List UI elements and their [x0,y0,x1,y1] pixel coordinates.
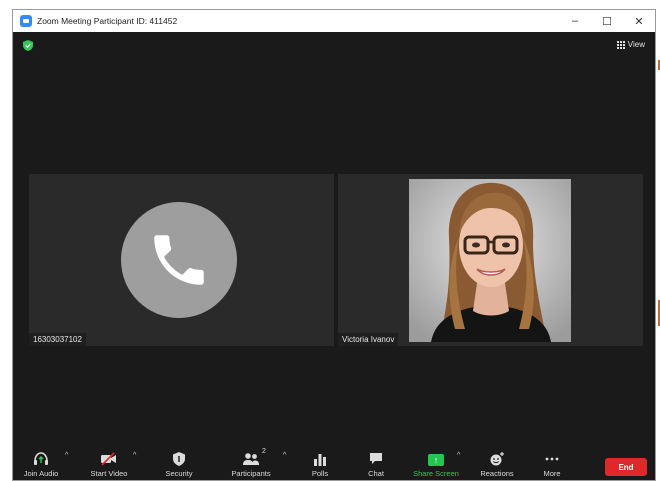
meeting-toolbar: Join Audio ^ Start Video ^ Security Part… [13,446,655,480]
view-button[interactable]: View [616,40,645,49]
participants-button[interactable]: Participants [229,446,273,480]
share-screen-label: Share Screen [413,469,459,478]
participants-count: 2 [262,448,266,455]
security-label: Security [165,469,193,478]
participant-tile-phone[interactable]: 16303037102 [29,174,334,346]
participant-photo [409,179,571,342]
participants-label: Participants [231,469,271,478]
close-button[interactable]: ✕ [623,10,655,32]
view-label: View [627,40,645,49]
participant-tile-video[interactable]: Victoria Ivanov [338,174,643,346]
chat-icon [370,453,382,464]
chat-button[interactable]: Chat [363,446,389,480]
participant-name-tag: Victoria Ivanov [338,333,399,346]
chat-label: Chat [368,469,384,478]
share-options-caret[interactable]: ^ [457,452,460,459]
bar-chart-icon [314,454,326,466]
participants-options-caret[interactable]: ^ [283,452,286,459]
window-title: Zoom Meeting Participant ID: 411452 [37,16,178,26]
phone-avatar [121,202,237,318]
zoom-icon [20,15,32,27]
reactions-button[interactable]: Reactions [477,446,517,480]
video-off-icon [101,452,116,466]
shield-icon [173,452,185,466]
minimize-button[interactable]: – [559,10,591,32]
join-audio-label: Join Audio [23,469,59,478]
window-controls: – ☐ ✕ [559,10,655,32]
end-meeting-button[interactable]: End [605,458,647,476]
phone-icon [154,235,204,285]
join-audio-button[interactable]: Join Audio [23,446,59,480]
participant-name-tag: 16303037102 [29,333,86,346]
emoji-plus-icon [490,452,504,466]
polls-label: Polls [311,469,329,478]
maximize-button[interactable]: ☐ [591,10,623,32]
grid-icon [616,40,625,49]
more-label: More [543,469,561,478]
security-button[interactable]: Security [161,446,197,480]
participant-video-feed [409,179,571,342]
start-video-button[interactable]: Start Video [87,446,131,480]
share-screen-button[interactable]: ↑ Share Screen [411,446,461,480]
headphones-icon [34,452,48,465]
video-options-caret[interactable]: ^ [133,452,136,459]
more-button[interactable]: More [535,446,569,480]
more-icon [545,457,559,461]
shield-check-icon[interactable] [23,40,33,51]
participants-icon [243,453,259,465]
audio-options-caret[interactable]: ^ [65,452,68,459]
polls-button[interactable]: Polls [307,446,333,480]
title-bar: Zoom Meeting Participant ID: 411452 – ☐ … [13,10,655,32]
zoom-window: Zoom Meeting Participant ID: 411452 – ☐ … [12,9,656,481]
share-screen-icon: ↑ [428,454,444,466]
reactions-label: Reactions [480,469,514,478]
start-video-label: Start Video [90,469,128,478]
